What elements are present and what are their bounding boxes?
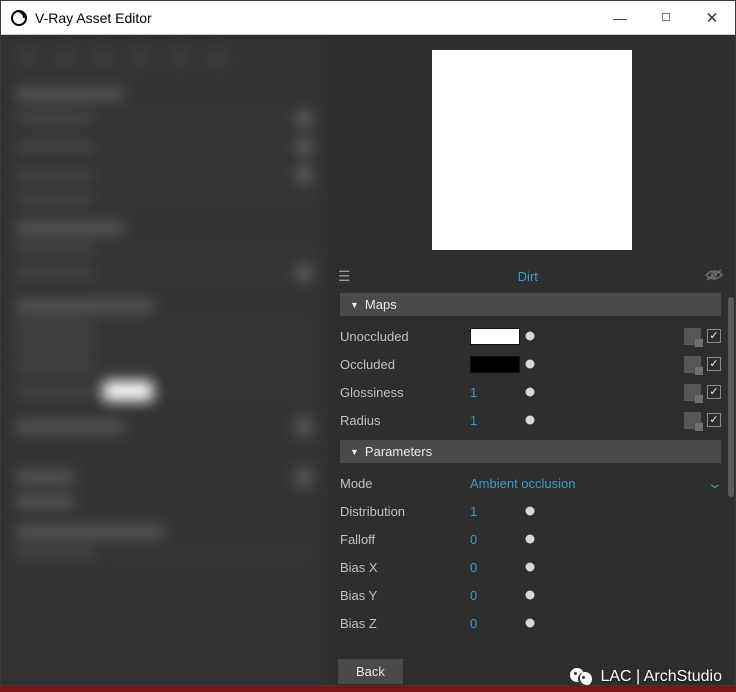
map-button-radius[interactable] (684, 412, 701, 429)
label-distribution: Distribution (340, 504, 470, 519)
material-preview[interactable] (432, 50, 632, 250)
list-icon[interactable]: ☰ (338, 268, 351, 285)
label-biasy: Bias Y (340, 588, 470, 603)
row-unoccluded: Unoccluded ✓ (340, 322, 721, 350)
material-header: ☰ Dirt (328, 265, 735, 287)
back-button[interactable]: Back (338, 659, 403, 684)
section-parameters-label: Parameters (365, 444, 432, 459)
label-occluded: Occluded (340, 357, 470, 372)
label-biasz: Bias Z (340, 616, 470, 631)
left-pane-blurred (1, 35, 328, 685)
row-occluded: Occluded ✓ (340, 350, 721, 378)
collapse-icon: ▼ (350, 447, 359, 457)
section-maps-label: Maps (365, 297, 397, 312)
value-radius[interactable]: 1 (470, 413, 477, 428)
watermark-text: LAC | ArchStudio (600, 668, 722, 686)
swatch-occluded[interactable] (470, 356, 520, 373)
close-button[interactable]: ✕ (689, 1, 735, 34)
collapse-icon: ▼ (350, 300, 359, 310)
label-biasx: Bias X (340, 560, 470, 575)
material-name[interactable]: Dirt (351, 269, 705, 284)
value-biasz[interactable]: 0 (470, 616, 477, 631)
map-button-glossiness[interactable] (684, 384, 701, 401)
swatch-unoccluded[interactable] (470, 328, 520, 345)
row-distribution: Distribution 1 (340, 497, 721, 525)
window-controls: — ☐ ✕ (597, 1, 735, 34)
row-mode[interactable]: Mode Ambient occlusion ⌄ (340, 469, 721, 497)
scrollbar-thumb[interactable] (728, 297, 734, 497)
minimize-button[interactable]: — (597, 1, 643, 34)
window-body: ☰ Dirt ▼ Maps Unoccluded (1, 35, 735, 685)
label-unoccluded: Unoccluded (340, 329, 470, 344)
row-biasz: Bias Z 0 (340, 609, 721, 637)
watermark: LAC | ArchStudio (570, 666, 722, 688)
value-biasx[interactable]: 0 (470, 560, 477, 575)
value-mode: Ambient occlusion (470, 476, 709, 491)
visibility-icon[interactable] (705, 268, 723, 285)
chevron-down-icon: ⌄ (707, 475, 723, 492)
value-glossiness[interactable]: 1 (470, 385, 477, 400)
window-title: V-Ray Asset Editor (35, 10, 597, 26)
row-glossiness: Glossiness 1 ✓ (340, 378, 721, 406)
map-button-unoccluded[interactable] (684, 328, 701, 345)
titlebar: V-Ray Asset Editor — ☐ ✕ (1, 1, 735, 35)
value-distribution[interactable]: 1 (470, 504, 477, 519)
vray-app-icon (11, 10, 27, 26)
label-glossiness: Glossiness (340, 385, 470, 400)
row-radius: Radius 1 ✓ (340, 406, 721, 434)
value-falloff[interactable]: 0 (470, 532, 477, 547)
section-parameters[interactable]: ▼ Parameters (340, 440, 721, 463)
check-occluded[interactable]: ✓ (707, 357, 721, 371)
label-radius: Radius (340, 413, 470, 428)
check-radius[interactable]: ✓ (707, 413, 721, 427)
label-falloff: Falloff (340, 532, 470, 547)
maximize-button[interactable]: ☐ (643, 1, 689, 34)
row-biasx: Bias X 0 (340, 553, 721, 581)
wechat-icon (570, 666, 592, 688)
row-falloff: Falloff 0 (340, 525, 721, 553)
preview-area (328, 35, 735, 265)
right-pane: ☰ Dirt ▼ Maps Unoccluded (328, 35, 735, 685)
section-maps[interactable]: ▼ Maps (340, 293, 721, 316)
properties-scroll: ▼ Maps Unoccluded ✓ Occluded (328, 287, 735, 657)
map-button-occluded[interactable] (684, 356, 701, 373)
check-unoccluded[interactable]: ✓ (707, 329, 721, 343)
check-glossiness[interactable]: ✓ (707, 385, 721, 399)
row-biasy: Bias Y 0 (340, 581, 721, 609)
value-biasy[interactable]: 0 (470, 588, 477, 603)
app-window: V-Ray Asset Editor — ☐ ✕ (0, 0, 736, 686)
label-mode: Mode (340, 476, 470, 491)
